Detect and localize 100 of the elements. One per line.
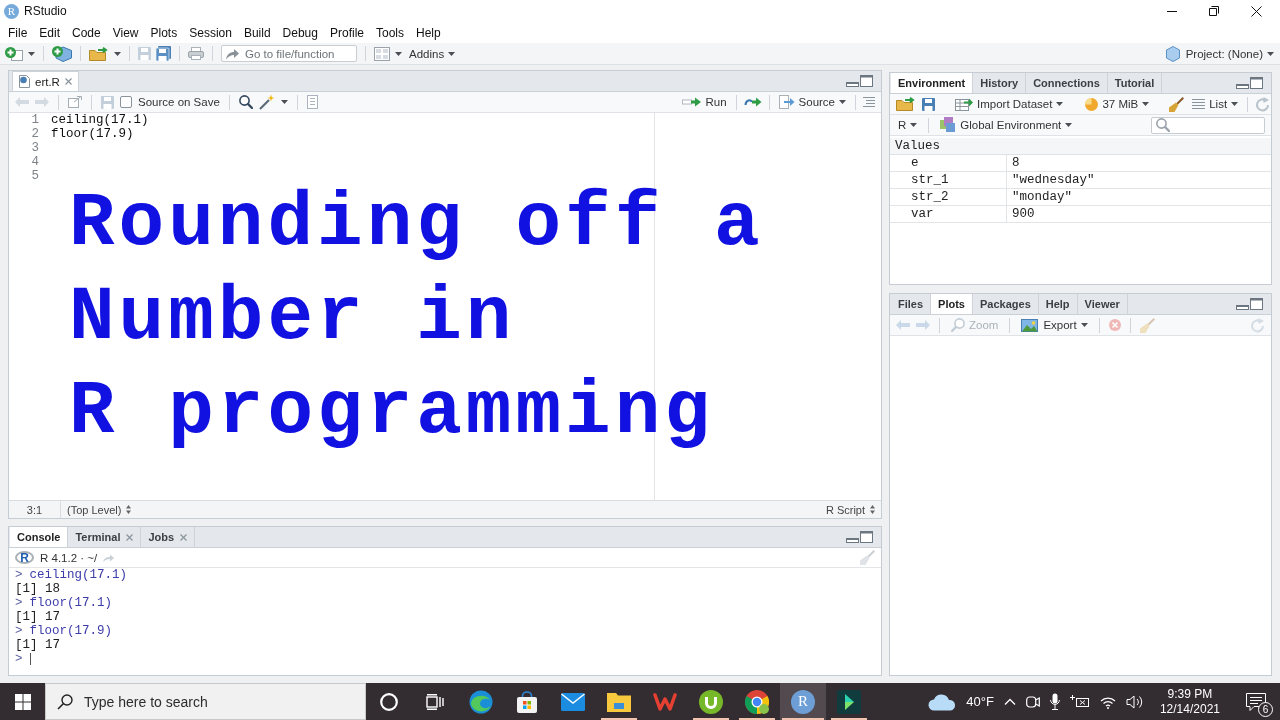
microphone-icon[interactable] <box>1049 693 1060 710</box>
pie-icon <box>1085 97 1099 111</box>
pane-tab[interactable]: Plots <box>931 294 973 314</box>
cloud-icon[interactable] <box>928 692 957 711</box>
import-dataset-button[interactable]: Import Dataset <box>953 95 1066 113</box>
view-mode-button[interactable]: List <box>1190 95 1241 113</box>
menu-item[interactable]: Help <box>410 23 447 42</box>
caret-icon[interactable] <box>910 123 918 127</box>
hexagon-icon <box>1165 45 1180 62</box>
temperature[interactable]: 40°F <box>966 694 994 709</box>
maximize-pane-icon[interactable] <box>860 75 873 87</box>
mail-icon[interactable] <box>561 692 585 711</box>
pane-tab[interactable]: Environment <box>891 73 974 93</box>
zigzag-logo-icon[interactable] <box>653 692 677 711</box>
clock-time[interactable]: 9:39 PM <box>1167 686 1213 702</box>
addins-button[interactable]: Addins <box>407 44 458 63</box>
goto-field[interactable]: Go to file/function <box>221 45 357 62</box>
caret-icon[interactable] <box>839 100 846 104</box>
menu-item[interactable]: View <box>106 23 145 42</box>
menu-item[interactable]: Plots <box>144 23 184 42</box>
menu-item[interactable]: File <box>2 23 34 42</box>
pane-layout-icon[interactable] <box>374 46 390 61</box>
caret-icon[interactable] <box>1080 323 1088 327</box>
minimize-pane-icon[interactable] <box>846 82 859 87</box>
caret-icon[interactable] <box>1231 102 1239 106</box>
u-shape-logo-icon[interactable] <box>699 689 723 714</box>
caret-icon[interactable] <box>395 51 402 56</box>
ring-icon <box>380 692 398 711</box>
pane-tab[interactable]: Tutorial <box>1107 73 1163 93</box>
pane-tab[interactable]: Viewer <box>1077 294 1128 314</box>
restore-icon[interactable] <box>1209 6 1219 16</box>
swirl-logo-icon[interactable] <box>469 689 493 714</box>
minimize-pane-icon[interactable] <box>1236 305 1249 310</box>
notification-icon[interactable] <box>1246 692 1266 711</box>
chevron-up-icon[interactable] <box>1003 698 1016 705</box>
magic-wand-icon[interactable] <box>258 94 275 110</box>
file-tab[interactable]: ert.R <box>12 71 79 91</box>
language-selector[interactable]: R <box>896 116 920 134</box>
search-field[interactable] <box>1151 116 1265 134</box>
memory-button[interactable]: 37 MiB <box>1083 95 1152 113</box>
pane-tab[interactable]: Console <box>10 527 69 547</box>
checkbox[interactable] <box>120 96 132 108</box>
caret-icon[interactable] <box>114 51 121 56</box>
save-all-icon[interactable] <box>156 46 171 61</box>
project-button[interactable]: Project: (None) <box>1183 44 1276 63</box>
shopping-bag-icon[interactable] <box>516 690 538 713</box>
pane-tab[interactable]: Connections <box>1026 73 1108 93</box>
clock-date[interactable]: 12/14/2021 <box>1159 701 1220 717</box>
pane-tab[interactable]: Jobs <box>141 527 196 547</box>
menu-item[interactable]: Edit <box>33 23 67 42</box>
outline-icon[interactable] <box>863 97 875 107</box>
caret-icon[interactable] <box>1056 102 1064 106</box>
new-file-icon[interactable] <box>5 46 23 61</box>
source-button[interactable]: Source <box>776 93 848 111</box>
caret-icon[interactable] <box>448 51 456 56</box>
rerun-icon[interactable] <box>743 97 762 107</box>
updown-caret-icon[interactable] <box>126 505 132 514</box>
taskbar-search-field[interactable]: Type here to search <box>45 683 366 720</box>
save-icon[interactable] <box>922 97 935 111</box>
maximize-pane-icon[interactable] <box>1250 77 1263 89</box>
pane-tab[interactable]: Packages <box>973 294 1039 314</box>
open-folder-icon[interactable] <box>89 46 109 61</box>
folder-icon[interactable] <box>607 691 631 712</box>
caret-icon[interactable] <box>1065 123 1073 127</box>
run-button[interactable]: Run <box>680 93 729 111</box>
menu-item[interactable]: Code <box>66 23 107 42</box>
pane-tab[interactable]: Help <box>1038 294 1078 314</box>
pane-tab[interactable]: History <box>973 73 1027 93</box>
menu-item[interactable]: Profile <box>323 23 370 42</box>
caret-icon[interactable] <box>28 51 35 56</box>
plus-hexagon-icon[interactable] <box>52 45 72 62</box>
volume-icon[interactable] <box>1125 694 1144 709</box>
minimize-pane-icon[interactable] <box>1236 84 1249 89</box>
play-logo-icon[interactable] <box>837 689 861 714</box>
menu-item[interactable]: Session <box>183 23 238 42</box>
camera-icon[interactable] <box>1025 693 1040 710</box>
menu-item[interactable]: Debug <box>276 23 324 42</box>
file-type-selector[interactable]: R Script <box>819 501 881 518</box>
open-folder-icon[interactable] <box>896 97 916 111</box>
menu-item[interactable]: Tools <box>370 23 410 42</box>
menu-item[interactable]: Build <box>237 23 277 42</box>
updown-caret-icon[interactable] <box>870 505 875 514</box>
environment-selector[interactable]: Global Environment <box>938 116 1075 134</box>
close-icon[interactable] <box>1251 5 1262 17</box>
minimize-pane-icon[interactable] <box>846 538 859 543</box>
checkbox-label[interactable]: Source on Save <box>138 96 220 108</box>
pane-tab[interactable]: Terminal <box>68 527 142 547</box>
export-button[interactable]: Export <box>1019 316 1090 334</box>
maximize-pane-icon[interactable] <box>1250 298 1263 310</box>
browser-icon[interactable] <box>745 689 769 714</box>
search-icon[interactable] <box>238 95 253 109</box>
broom-icon[interactable] <box>1169 96 1185 112</box>
maximize-pane-icon[interactable] <box>860 531 873 543</box>
caret-icon[interactable] <box>280 100 288 104</box>
scope-selector[interactable]: (Top Level) <box>61 501 138 518</box>
minimize-icon[interactable] <box>1167 10 1177 12</box>
caret-icon[interactable] <box>1142 102 1150 106</box>
battery-icon[interactable] <box>1069 694 1090 709</box>
caret-icon[interactable] <box>1267 51 1274 56</box>
print-icon[interactable] <box>188 47 204 60</box>
